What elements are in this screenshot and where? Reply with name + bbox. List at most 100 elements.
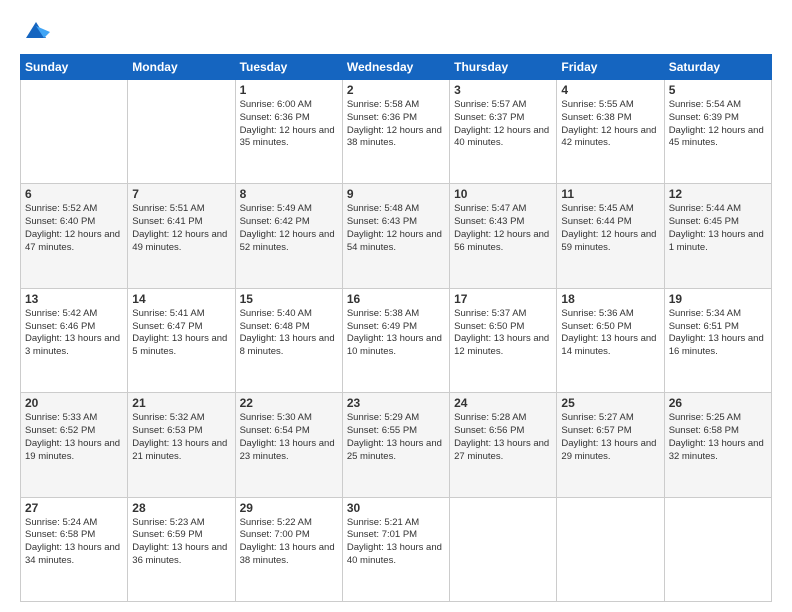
day-info: Sunrise: 5:54 AM Sunset: 6:39 PM Dayligh… [669, 99, 767, 150]
day-info: Sunrise: 5:49 AM Sunset: 6:42 PM Dayligh… [240, 203, 338, 254]
day-cell: 21Sunrise: 5:32 AM Sunset: 6:53 PM Dayli… [128, 393, 235, 497]
day-number: 8 [240, 187, 338, 201]
day-number: 13 [25, 292, 123, 306]
day-cell: 13 Sunrise: 5:42 AM Sunset: 6:46 PM Dayli… [21, 288, 128, 392]
day-info: Sunrise: 5:21 AM Sunset: 7:01 PM Dayligh… [347, 517, 445, 568]
day-info: Sunrise: 5:33 AM Sunset: 6:52 PM Dayligh… [25, 412, 123, 463]
week-row-4: 20 Sunrise: 5:33 AM Sunset: 6:52 PM Dayli… [21, 393, 772, 497]
day-cell [664, 497, 771, 601]
day-cell: 6Sunrise: 5:52 AM Sunset: 6:40 PM Daylig… [21, 184, 128, 288]
day-cell: 16 Sunrise: 5:38 AM Sunset: 6:49 PM Dayli… [342, 288, 449, 392]
day-number: 25 [561, 396, 659, 410]
day-cell: 29 Sunrise: 5:22 AM Sunset: 7:00 PM Dayli… [235, 497, 342, 601]
day-number: 30 [347, 501, 445, 515]
day-cell: 3 Sunrise: 5:57 AM Sunset: 6:37 PM Daylig… [450, 80, 557, 184]
day-number: 16 [347, 292, 445, 306]
col-header-monday: Monday [128, 55, 235, 80]
day-number: 19 [669, 292, 767, 306]
day-cell: 23 Sunrise: 5:29 AM Sunset: 6:55 PM Dayli… [342, 393, 449, 497]
day-cell: 15 Sunrise: 5:40 AM Sunset: 6:48 PM Dayli… [235, 288, 342, 392]
day-number: 5 [669, 83, 767, 97]
day-number: 4 [561, 83, 659, 97]
day-info: Sunrise: 5:23 AM Sunset: 6:59 PM Dayligh… [132, 517, 230, 568]
day-cell [21, 80, 128, 184]
col-header-friday: Friday [557, 55, 664, 80]
day-cell: 5 Sunrise: 5:54 AM Sunset: 6:39 PM Daylig… [664, 80, 771, 184]
week-row-3: 13 Sunrise: 5:42 AM Sunset: 6:46 PM Dayli… [21, 288, 772, 392]
day-info: Sunrise: 5:37 AM Sunset: 6:50 PM Dayligh… [454, 308, 552, 359]
day-info: Sunrise: 5:25 AM Sunset: 6:58 PM Dayligh… [669, 412, 767, 463]
calendar-table: SundayMondayTuesdayWednesdayThursdayFrid… [20, 54, 772, 602]
day-info: Sunrise: 5:36 AM Sunset: 6:50 PM Dayligh… [561, 308, 659, 359]
day-cell: 20 Sunrise: 5:33 AM Sunset: 6:52 PM Dayli… [21, 393, 128, 497]
day-info: Sunrise: 5:40 AM Sunset: 6:48 PM Dayligh… [240, 308, 338, 359]
day-cell: 19Sunrise: 5:34 AM Sunset: 6:51 PM Dayli… [664, 288, 771, 392]
day-number: 28 [132, 501, 230, 515]
day-number: 12 [669, 187, 767, 201]
col-header-saturday: Saturday [664, 55, 771, 80]
day-info: Sunrise: 5:48 AM Sunset: 6:43 PM Dayligh… [347, 203, 445, 254]
day-info: Sunrise: 5:22 AM Sunset: 7:00 PM Dayligh… [240, 517, 338, 568]
day-number: 6 [25, 187, 123, 201]
day-cell: 12 Sunrise: 5:44 AM Sunset: 6:45 PM Dayli… [664, 184, 771, 288]
col-header-wednesday: Wednesday [342, 55, 449, 80]
day-cell [450, 497, 557, 601]
day-cell: 8 Sunrise: 5:49 AM Sunset: 6:42 PM Daylig… [235, 184, 342, 288]
day-number: 20 [25, 396, 123, 410]
day-number: 27 [25, 501, 123, 515]
day-info: Sunrise: 5:45 AM Sunset: 6:44 PM Dayligh… [561, 203, 659, 254]
day-cell: 25 Sunrise: 5:27 AM Sunset: 6:57 PM Dayli… [557, 393, 664, 497]
day-info: Sunrise: 5:55 AM Sunset: 6:38 PM Dayligh… [561, 99, 659, 150]
day-number: 23 [347, 396, 445, 410]
day-number: 10 [454, 187, 552, 201]
day-info: Sunrise: 5:38 AM Sunset: 6:49 PM Dayligh… [347, 308, 445, 359]
logo [20, 16, 50, 44]
day-cell: 1 Sunrise: 6:00 AM Sunset: 6:36 PM Daylig… [235, 80, 342, 184]
day-info: Sunrise: 6:00 AM Sunset: 6:36 PM Dayligh… [240, 99, 338, 150]
day-info: Sunrise: 5:57 AM Sunset: 6:37 PM Dayligh… [454, 99, 552, 150]
day-cell: 2 Sunrise: 5:58 AM Sunset: 6:36 PM Daylig… [342, 80, 449, 184]
day-cell: 26Sunrise: 5:25 AM Sunset: 6:58 PM Dayli… [664, 393, 771, 497]
day-info: Sunrise: 5:44 AM Sunset: 6:45 PM Dayligh… [669, 203, 767, 254]
day-number: 17 [454, 292, 552, 306]
day-cell: 7 Sunrise: 5:51 AM Sunset: 6:41 PM Daylig… [128, 184, 235, 288]
day-cell [128, 80, 235, 184]
week-row-1: 1 Sunrise: 6:00 AM Sunset: 6:36 PM Daylig… [21, 80, 772, 184]
day-info: Sunrise: 5:51 AM Sunset: 6:41 PM Dayligh… [132, 203, 230, 254]
week-row-2: 6Sunrise: 5:52 AM Sunset: 6:40 PM Daylig… [21, 184, 772, 288]
calendar-header-row: SundayMondayTuesdayWednesdayThursdayFrid… [21, 55, 772, 80]
logo-icon [22, 16, 50, 44]
day-info: Sunrise: 5:42 AM Sunset: 6:46 PM Dayligh… [25, 308, 123, 359]
day-number: 3 [454, 83, 552, 97]
day-cell: 27 Sunrise: 5:24 AM Sunset: 6:58 PM Dayli… [21, 497, 128, 601]
day-cell: 4 Sunrise: 5:55 AM Sunset: 6:38 PM Daylig… [557, 80, 664, 184]
day-number: 18 [561, 292, 659, 306]
day-info: Sunrise: 5:58 AM Sunset: 6:36 PM Dayligh… [347, 99, 445, 150]
day-number: 7 [132, 187, 230, 201]
day-cell: 11Sunrise: 5:45 AM Sunset: 6:44 PM Dayli… [557, 184, 664, 288]
day-cell: 9Sunrise: 5:48 AM Sunset: 6:43 PM Daylig… [342, 184, 449, 288]
day-info: Sunrise: 5:24 AM Sunset: 6:58 PM Dayligh… [25, 517, 123, 568]
col-header-tuesday: Tuesday [235, 55, 342, 80]
day-number: 29 [240, 501, 338, 515]
day-info: Sunrise: 5:41 AM Sunset: 6:47 PM Dayligh… [132, 308, 230, 359]
day-cell: 22Sunrise: 5:30 AM Sunset: 6:54 PM Dayli… [235, 393, 342, 497]
day-info: Sunrise: 5:29 AM Sunset: 6:55 PM Dayligh… [347, 412, 445, 463]
day-number: 2 [347, 83, 445, 97]
day-cell: 14 Sunrise: 5:41 AM Sunset: 6:47 PM Dayli… [128, 288, 235, 392]
day-info: Sunrise: 5:27 AM Sunset: 6:57 PM Dayligh… [561, 412, 659, 463]
day-info: Sunrise: 5:32 AM Sunset: 6:53 PM Dayligh… [132, 412, 230, 463]
day-cell: 28 Sunrise: 5:23 AM Sunset: 6:59 PM Dayli… [128, 497, 235, 601]
day-cell: 30 Sunrise: 5:21 AM Sunset: 7:01 PM Dayli… [342, 497, 449, 601]
page: SundayMondayTuesdayWednesdayThursdayFrid… [0, 0, 792, 612]
day-number: 22 [240, 396, 338, 410]
header [20, 16, 772, 44]
day-number: 15 [240, 292, 338, 306]
day-info: Sunrise: 5:47 AM Sunset: 6:43 PM Dayligh… [454, 203, 552, 254]
day-info: Sunrise: 5:28 AM Sunset: 6:56 PM Dayligh… [454, 412, 552, 463]
day-cell: 10 Sunrise: 5:47 AM Sunset: 6:43 PM Dayli… [450, 184, 557, 288]
day-number: 1 [240, 83, 338, 97]
day-cell: 18 Sunrise: 5:36 AM Sunset: 6:50 PM Dayli… [557, 288, 664, 392]
day-number: 14 [132, 292, 230, 306]
day-cell [557, 497, 664, 601]
